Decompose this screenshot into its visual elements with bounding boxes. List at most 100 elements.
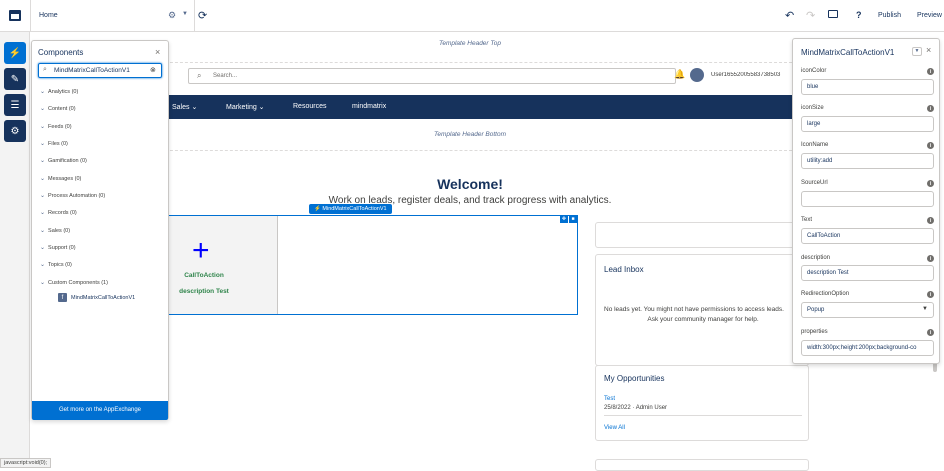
chevron-down-icon[interactable]: ▼ [182, 11, 188, 17]
page-selector[interactable]: Home ⚙ ▼ [30, 0, 195, 32]
lightning-icon[interactable]: ⚡ [4, 42, 26, 64]
custom-component-label: MindMatrixCallToActionV1 [71, 294, 136, 301]
avatar[interactable] [690, 68, 704, 82]
info-icon[interactable]: i [927, 180, 934, 187]
bottom-card [595, 459, 809, 471]
template-header-top: Template Header Top [438, 40, 502, 47]
preview-button[interactable]: Preview [917, 12, 942, 19]
icon-color-label: iconColor [801, 68, 827, 74]
category-label: Messages (0) [48, 175, 82, 182]
nav-item-marketing[interactable]: Marketing ⌄ [226, 103, 265, 111]
category-label: Sales (0) [48, 227, 71, 234]
category-files[interactable]: ⌄ Files (0) [40, 140, 68, 148]
custom-component-item[interactable]: f MindMatrixCallToActionV1 [58, 293, 135, 302]
category-topics[interactable]: ⌄ Topics (0) [40, 261, 72, 269]
info-icon[interactable]: i [927, 291, 934, 298]
component-tag[interactable]: ⚡ MindMatrixCallToActionV1 [309, 204, 392, 214]
search-icon: ⌕ [197, 71, 202, 80]
close-icon[interactable]: × [926, 45, 931, 55]
nav-item-sales[interactable]: Sales ⌄ [172, 103, 197, 111]
icon-size-input[interactable]: large [801, 116, 934, 132]
component-search-input[interactable]: ⌕ MindMatrixCallToActionV1 ⊗ [38, 63, 162, 78]
category-sales[interactable]: ⌄ Sales (0) [40, 227, 71, 235]
refresh-icon[interactable]: ⟳ [198, 9, 207, 22]
close-icon[interactable]: × [155, 47, 160, 57]
chevron-down-icon: ⌄ [40, 176, 46, 182]
redirection-option-label: RedirectionOption [801, 291, 850, 297]
icon-name-label: IconName [801, 142, 829, 148]
lead-inbox-help: Ask your community manager for help. [647, 316, 759, 323]
category-messages[interactable]: ⌄ Messages (0) [40, 175, 82, 183]
help-button[interactable]: ? [856, 10, 862, 20]
placeholder-card [595, 222, 809, 248]
welcome-subtitle: Work on leads, register deals, and track… [328, 195, 612, 206]
components-title: Components [38, 48, 84, 57]
redirection-option-value: Popup [807, 307, 825, 313]
info-icon[interactable]: i [927, 329, 934, 336]
view-all-link[interactable]: View All [604, 425, 625, 431]
category-custom-components[interactable]: ⌄ Custom Components (1) [40, 279, 108, 287]
panel-menu-dropdown[interactable]: ▼ [912, 47, 922, 56]
component-search-value: MindMatrixCallToActionV1 [54, 67, 130, 74]
category-label: Gamification (0) [48, 157, 87, 164]
chevron-down-icon: ⌄ [40, 89, 46, 95]
builder-toolbar: Home ⚙ ▼ ⟳ ↶ ↷ ? Publish Preview [0, 0, 944, 32]
settings-gear-icon[interactable]: ⚙ [168, 10, 176, 21]
appexchange-label: Get more on the AppExchange [58, 407, 142, 413]
properties-input[interactable]: width:300px;height:200px;background-co [801, 340, 934, 356]
info-icon[interactable]: i [927, 255, 934, 262]
bell-icon[interactable]: 🔔 [674, 69, 685, 80]
description-input[interactable]: description Test [801, 265, 934, 281]
category-label: Files (0) [48, 140, 68, 147]
chevron-down-icon: ⌄ [40, 158, 46, 164]
settings-icon[interactable]: ⚙ [4, 120, 26, 142]
icon-color-input[interactable]: blue [801, 79, 934, 95]
desktop-icon[interactable] [828, 10, 838, 18]
info-icon[interactable]: i [927, 142, 934, 149]
category-support[interactable]: ⌄ Support (0) [40, 244, 76, 252]
chevron-down-icon: ⌄ [40, 106, 46, 112]
delete-icon[interactable]: ■ [569, 216, 577, 223]
text-input[interactable]: CallToAction [801, 228, 934, 244]
category-label: Feeds (0) [48, 123, 72, 130]
search-input[interactable]: ⌕ Search... [188, 68, 676, 84]
opportunity-meta: 25/8/2022 · Admin User [604, 405, 668, 411]
source-url-label: SourceUrl [801, 180, 828, 186]
icon-name-input[interactable]: utility:add [801, 153, 934, 169]
category-label: Records (0) [48, 209, 77, 216]
nav-marketing-label: Marketing [226, 104, 257, 111]
info-icon[interactable]: i [927, 105, 934, 112]
redo-icon[interactable]: ↷ [806, 9, 815, 22]
info-icon[interactable]: i [927, 68, 934, 75]
app-launcher-icon[interactable] [9, 10, 21, 21]
move-icon[interactable]: ✥ [560, 216, 568, 223]
appexchange-button[interactable]: Get more on the AppExchange [32, 401, 168, 420]
nav-item-resources[interactable]: Resources [293, 103, 326, 110]
redirection-option-select[interactable]: Popup ▼ [801, 302, 934, 318]
properties-title: MindMatrixCallToActionV1 [801, 48, 895, 57]
category-process-automation[interactable]: ⌄ Process Automation (0) [40, 192, 105, 200]
publish-button[interactable]: Publish [878, 12, 901, 19]
info-icon[interactable]: i [927, 217, 934, 224]
chevron-down-icon: ⌄ [40, 124, 46, 130]
category-label: Topics (0) [48, 261, 72, 268]
page-structure-icon[interactable]: ☰ [4, 94, 26, 116]
chevron-down-icon: ⌄ [40, 245, 46, 251]
brush-icon[interactable]: ✎ [4, 68, 26, 90]
username-label[interactable]: User16552005583738503 [711, 72, 792, 78]
source-url-input[interactable] [801, 191, 934, 207]
opportunities-card: My Opportunities Test 25/8/2022 · Admin … [595, 365, 809, 441]
category-analytics[interactable]: ⌄ Analytics (0) [40, 88, 78, 96]
category-records[interactable]: ⌄ Records (0) [40, 209, 77, 217]
opportunity-divider [604, 415, 802, 416]
nav-sales-label: Sales [172, 104, 190, 111]
category-content[interactable]: ⌄ Content (0) [40, 105, 76, 113]
nav-item-mindmatrix[interactable]: mindmatrix [352, 103, 386, 110]
opportunity-link[interactable]: Test [604, 396, 615, 402]
category-label: Support (0) [48, 244, 76, 251]
category-feeds[interactable]: ⌄ Feeds (0) [40, 123, 72, 131]
component-tag-label: MindMatrixCallToActionV1 [322, 206, 387, 212]
undo-icon[interactable]: ↶ [785, 9, 794, 22]
category-gamification[interactable]: ⌄ Gamification (0) [40, 157, 87, 165]
clear-search-icon[interactable]: ⊗ [150, 66, 156, 74]
